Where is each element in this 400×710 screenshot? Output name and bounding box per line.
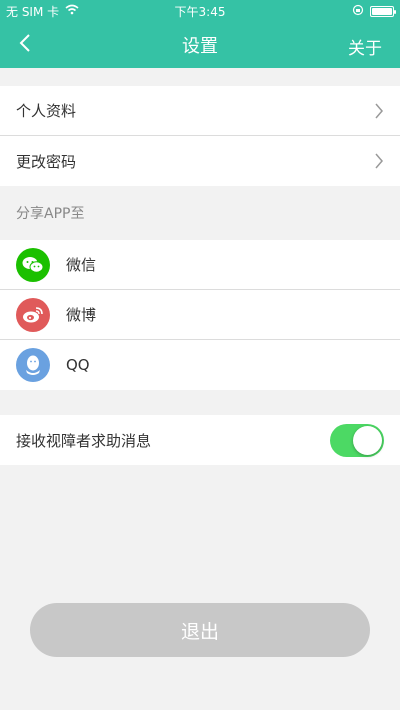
battery-icon (370, 5, 396, 17)
wifi-icon (65, 4, 79, 18)
page-title: 设置 (182, 36, 218, 57)
notify-toggle[interactable] (330, 424, 384, 457)
status-bar: 无 SIM 卡 下午3:45 (0, 0, 400, 22)
logout-button[interactable]: 退出 (30, 603, 370, 657)
notify-group: 接收视障者求助消息 (0, 415, 400, 465)
share-qq-item[interactable]: QQ (0, 340, 400, 390)
toggle-knob (353, 426, 382, 455)
change-password-item[interactable]: 更改密码 (0, 136, 400, 186)
wechat-icon (16, 247, 50, 282)
chevron-left-icon (19, 33, 31, 57)
profile-label: 个人资料 (16, 102, 77, 120)
notify-item: 接收视障者求助消息 (0, 415, 400, 465)
orientation-lock-icon (352, 4, 364, 19)
change-password-label: 更改密码 (16, 152, 77, 171)
wechat-label: 微信 (66, 256, 97, 274)
notify-label: 接收视障者求助消息 (16, 431, 152, 450)
weibo-label: 微博 (66, 306, 97, 324)
back-button[interactable] (12, 32, 38, 58)
clock: 下午3:45 (174, 4, 226, 19)
carrier-label: 无 SIM 卡 (6, 4, 60, 19)
chevron-right-icon (374, 153, 384, 173)
share-wechat-item[interactable]: 微信 (0, 240, 400, 290)
nav-bar: 设置 关于 (0, 22, 400, 68)
share-weibo-item[interactable]: 微博 (0, 290, 400, 340)
account-group: 个人资料 更改密码 (0, 86, 400, 186)
about-button[interactable]: 关于 (348, 34, 382, 59)
chevron-right-icon (374, 103, 384, 123)
weibo-icon (16, 297, 50, 332)
qq-icon (16, 348, 50, 382)
profile-item[interactable]: 个人资料 (0, 86, 400, 136)
qq-label: QQ (66, 356, 90, 374)
share-group: 微信 微博 QQ (0, 240, 400, 390)
share-section-label: 分享APP至 (16, 206, 85, 222)
